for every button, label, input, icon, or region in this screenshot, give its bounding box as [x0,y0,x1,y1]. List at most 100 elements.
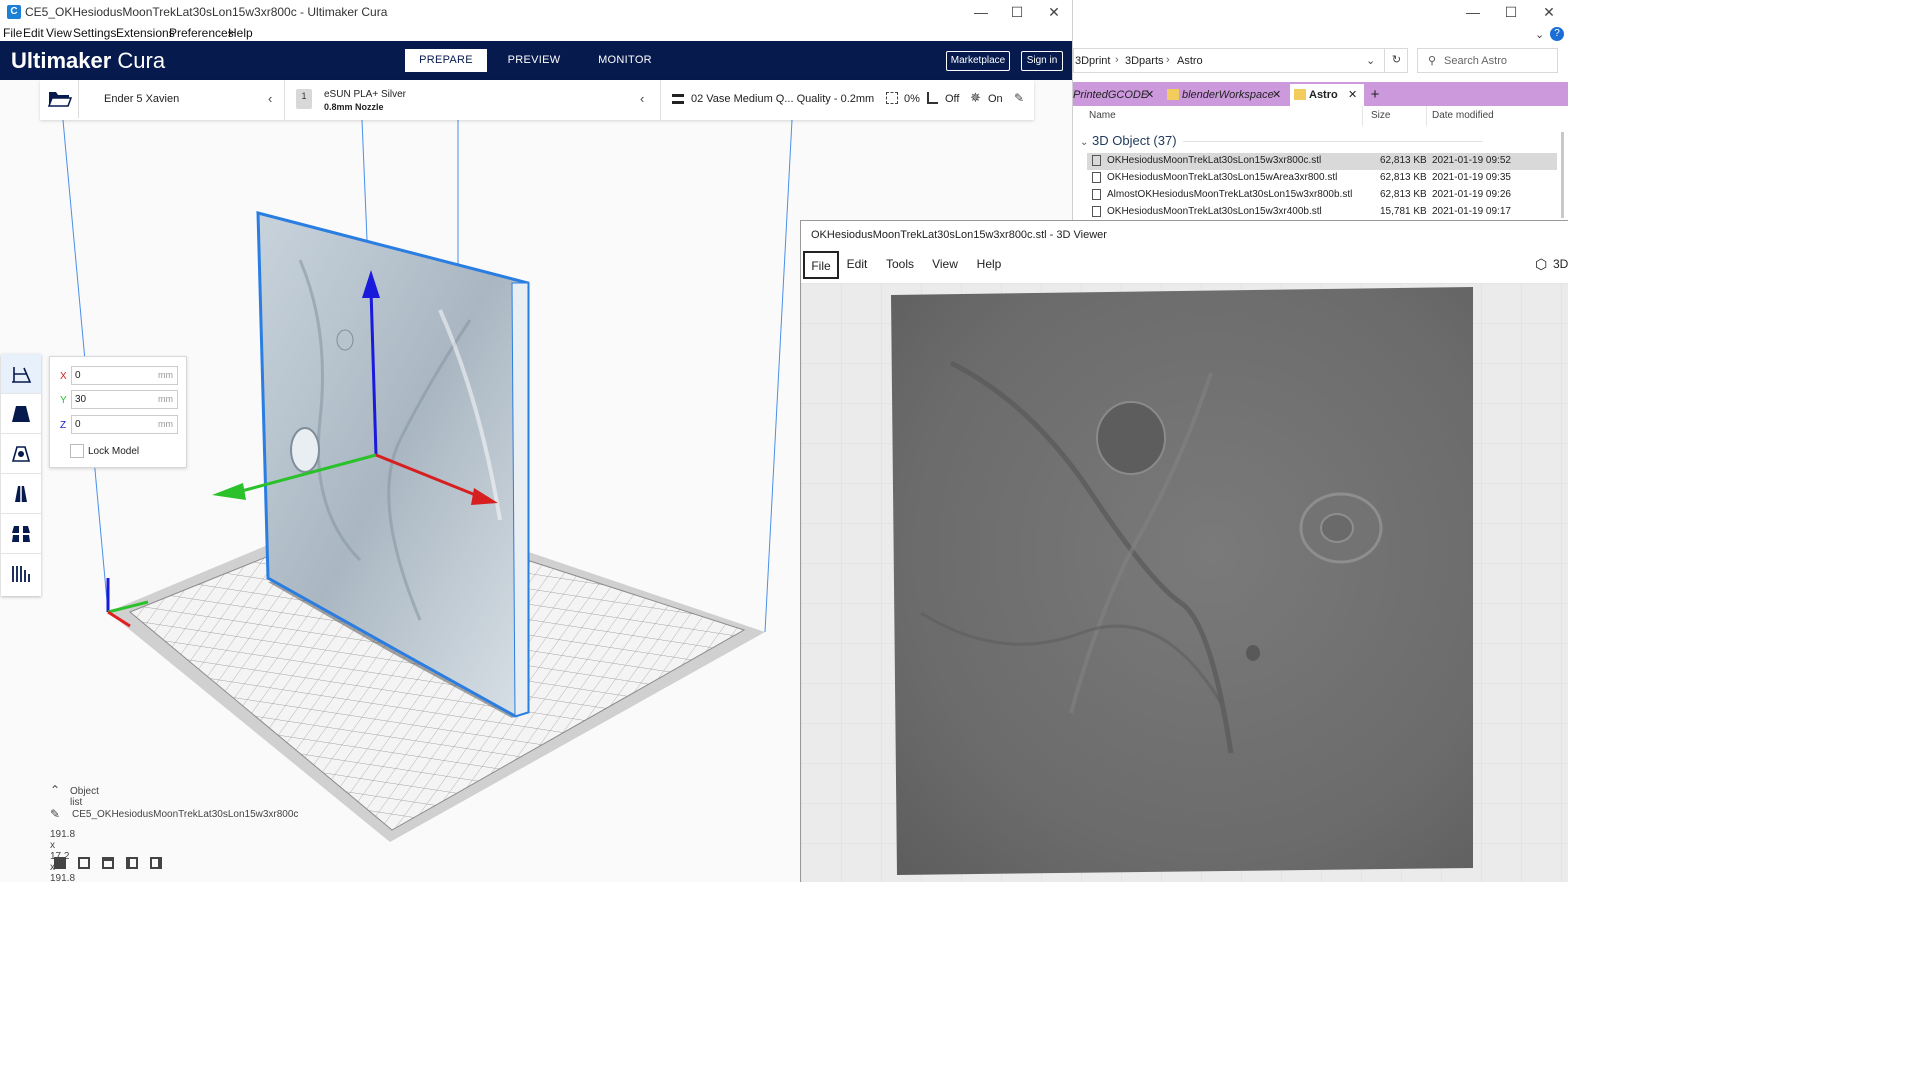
file-row[interactable]: OKHesiodusMoonTrekLat30sLon15w3xr400b.st… [1087,204,1557,221]
support-icon [927,92,938,104]
rotate-icon [11,446,31,462]
terrain-crater [1096,401,1166,475]
chevron-down-icon: ⌄ [1080,137,1089,148]
scrollbar[interactable] [1561,132,1564,218]
chevron-down-icon[interactable]: ⌄ [1535,28,1544,41]
material-selector[interactable]: 1 eSUN PLA+ Silver 0.8mm Nozzle ‹ [286,80,661,120]
file-icon [1092,155,1101,166]
file-name: OKHesiodusMoonTrekLat30sLon15w3xr800c.st… [1107,155,1322,166]
chevron-down-icon[interactable]: ⌄ [1366,54,1375,67]
y-position-input[interactable]: 30 mm [71,390,178,409]
chevron-right-icon: › [1115,54,1119,66]
explorer-tab-bar: PrintedGCODE ✕ blenderWorkspace ✕ Astro … [1073,82,1568,106]
open-file-button[interactable] [41,80,79,118]
chevron-up-icon: ⌃ [50,783,61,797]
object-dimensions: 191.8 x 17.2 x 191.8 mm [50,829,76,882]
maximize-icon[interactable]: ☐ [1493,2,1529,22]
column-headers: Name Size Date modified [1073,106,1568,126]
folder-icon [48,92,72,107]
close-icon[interactable]: ✕ [1036,2,1072,22]
viewer-menu-tools[interactable]: Tools [881,251,919,279]
per-model-settings-button[interactable] [1,514,41,554]
file-row[interactable]: AlmostOKHesiodusMoonTrekLat30sLon15w3xr8… [1087,187,1557,204]
column-size[interactable]: Size [1371,110,1390,121]
refresh-icon[interactable]: ↻ [1384,49,1408,72]
column-name[interactable]: Name [1089,110,1116,121]
marketplace-button[interactable]: Marketplace [946,51,1010,71]
x-position-input[interactable]: 0 mm [71,366,178,385]
per-model-icon [12,526,30,542]
search-input[interactable]: ⚲ Search Astro [1417,48,1558,73]
material-name: eSUN PLA+ Silver [324,89,406,100]
rotate-tool-button[interactable] [1,434,41,474]
menu-preferences[interactable]: Preferences [169,26,234,40]
search-placeholder: Search Astro [1444,55,1507,67]
close-icon[interactable]: ✕ [1531,2,1567,22]
close-icon[interactable]: ✕ [1348,84,1357,106]
printer-name: Ender 5 Xavien [104,93,180,105]
view-3d-icon[interactable] [54,857,66,869]
file-row[interactable]: OKHesiodusMoonTrekLat30sLon15wArea3xr800… [1087,170,1557,187]
view-front-icon[interactable] [78,857,90,869]
tab-monitor[interactable]: MONITOR [585,49,665,72]
menu-view[interactable]: View [46,26,72,40]
viewer-menu-edit[interactable]: Edit [843,251,871,279]
viewer-menu-file[interactable]: File [803,251,839,279]
viewer-canvas[interactable] [801,283,1568,882]
lock-model-checkbox[interactable] [70,444,84,458]
print-settings-selector[interactable]: 02 Vase Medium Q... Quality - 0.2mm 0% O… [662,80,1034,120]
group-label: 3D Object (37) [1092,133,1177,148]
support-blocker-button[interactable] [1,554,41,594]
printer-selector[interactable]: Ender 5 Xavien ‹ [88,80,285,120]
viewer-menu-help[interactable]: Help [973,251,1005,279]
profile-name: 02 Vase Medium Q... Quality - 0.2mm [691,93,875,105]
gizmo-y-arrow[interactable] [212,483,246,500]
tab-preview[interactable]: PREVIEW [497,49,571,72]
tab-printedgcode[interactable]: PrintedGCODE ✕ [1073,84,1161,106]
menu-file[interactable]: File [3,26,22,40]
mirror-tool-button[interactable] [1,474,41,514]
cube-icon[interactable]: ⬡ [1535,256,1547,273]
file-row[interactable]: OKHesiodusMoonTrekLat30sLon15w3xr800c.st… [1087,153,1557,170]
close-icon[interactable]: ✕ [1272,84,1281,106]
file-icon [1092,206,1101,217]
menu-edit[interactable]: Edit [23,26,44,40]
address-bar[interactable]: 3Dprint › 3Dparts › Astro ⌄ ↻ [1073,48,1408,73]
tab-blenderworkspace[interactable]: blenderWorkspace ✕ [1163,84,1288,106]
menu-settings[interactable]: Settings [73,26,116,40]
menu-help[interactable]: Help [228,26,253,40]
moon-terrain-model[interactable] [891,287,1473,875]
viewer-mode-label[interactable]: 3D [1553,257,1568,271]
view-right-icon[interactable] [150,857,162,869]
column-divider [1362,106,1363,126]
move-tool-button[interactable] [1,354,41,394]
breadcrumb-item[interactable]: 3Dprint [1075,55,1110,67]
group-header[interactable]: ⌄ 3D Object (37) [1080,133,1177,148]
tab-prepare[interactable]: PREPARE [405,49,487,72]
breadcrumb-item[interactable]: 3Dparts [1125,55,1164,67]
pencil-icon[interactable]: ✎ [1014,91,1024,105]
view-left-icon[interactable] [126,857,138,869]
breadcrumb-item[interactable]: Astro [1177,55,1203,67]
scale-tool-button[interactable] [1,394,41,434]
maximize-icon[interactable]: ☐ [999,2,1035,22]
view-top-icon[interactable] [102,857,114,869]
z-position-input[interactable]: 0 mm [71,415,178,434]
help-icon[interactable]: ? [1550,27,1564,41]
file-date: 2021-01-19 09:35 [1432,172,1511,183]
extruder-icon: 1 [296,89,312,109]
viewer-menu-view[interactable]: View [929,251,961,279]
menu-extensions[interactable]: Extensions [116,26,175,40]
new-tab-button[interactable]: + [1365,84,1385,106]
minimize-icon[interactable]: — [963,2,999,22]
object-list-label: Object list [70,786,99,808]
close-icon[interactable]: ✕ [1145,84,1154,106]
minimize-icon[interactable]: — [1455,2,1491,22]
sign-in-button[interactable]: Sign in [1021,51,1063,71]
file-name: OKHesiodusMoonTrekLat30sLon15w3xr400b.st… [1107,206,1322,217]
column-date[interactable]: Date modified [1432,110,1494,121]
support-blocker-icon [12,566,30,582]
pencil-icon[interactable]: ✎ [50,807,60,821]
z-axis-label: Z [60,420,67,431]
tab-astro[interactable]: Astro ✕ [1290,84,1364,106]
